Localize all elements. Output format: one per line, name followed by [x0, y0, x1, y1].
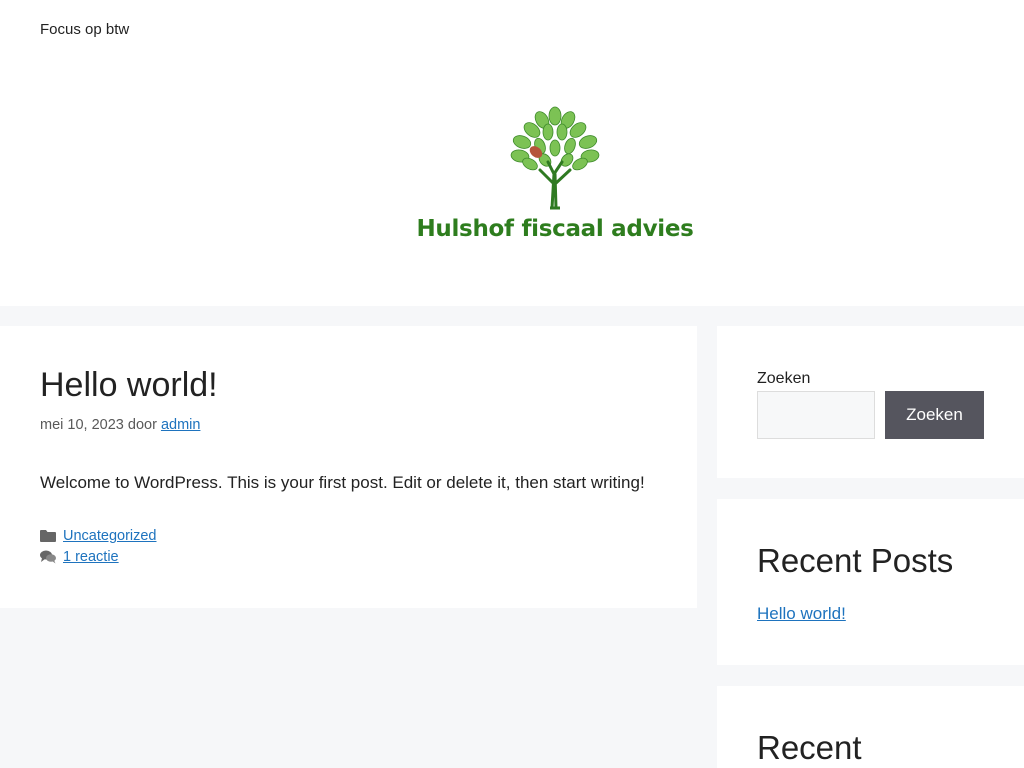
post-author-link[interactable]: admin [161, 417, 201, 433]
recent-comments-widget: Recent [717, 686, 1024, 768]
post-title[interactable]: Hello world! [40, 366, 218, 405]
logo-text: Hulshof fiscaal advies [416, 216, 694, 242]
post-by-label: door [127, 417, 157, 433]
post-article: Hello world! mei 10, 2023 door admin Wel… [0, 326, 697, 608]
search-widget: Zoeken Zoeken [717, 326, 1024, 478]
search-input[interactable] [757, 391, 875, 439]
post-meta: mei 10, 2023 door admin [40, 417, 200, 433]
site-logo[interactable]: Hulshof fiscaal advies [410, 104, 700, 254]
post-comments: 1 reactie [40, 549, 119, 565]
comments-link[interactable]: 1 reactie [63, 549, 119, 565]
tree-logo-icon [510, 106, 600, 210]
site-tagline: Focus op btw [40, 21, 130, 38]
category-link[interactable]: Uncategorized [63, 528, 157, 544]
recent-posts-title: Recent Posts [757, 542, 954, 579]
folder-icon [40, 529, 56, 543]
post-content: Welcome to WordPress. This is your first… [40, 473, 645, 492]
search-button[interactable]: Zoeken [885, 391, 984, 439]
widget-title: Recent [757, 729, 862, 766]
comments-icon [40, 550, 56, 564]
search-label: Zoeken [757, 370, 811, 387]
site-header: Focus op btw Hulshof fiscaal advies [0, 0, 1024, 306]
post-categories: Uncategorized [40, 528, 157, 544]
post-date: mei 10, 2023 [40, 417, 124, 433]
recent-posts-widget: Recent Posts Hello world! [717, 499, 1024, 665]
recent-post-link[interactable]: Hello world! [757, 604, 846, 624]
